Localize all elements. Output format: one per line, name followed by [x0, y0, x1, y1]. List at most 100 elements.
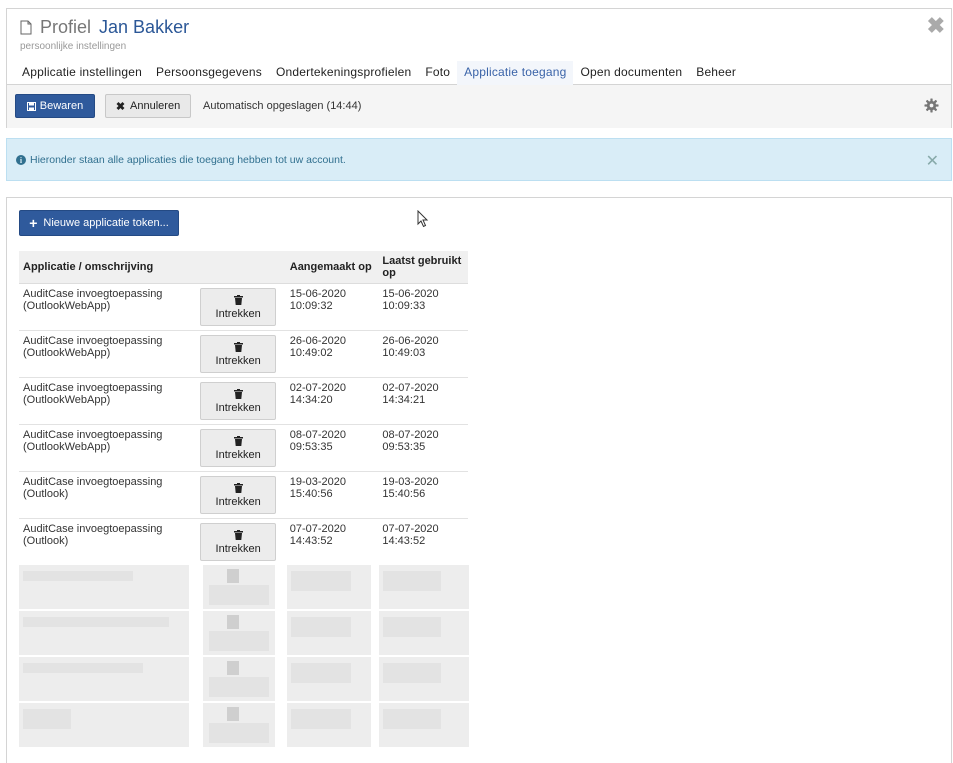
- used-date: 07-07-2020: [382, 523, 439, 535]
- created-date: 19-03-2020: [289, 476, 347, 488]
- page-subtitle: persoonlijke instellingen: [20, 41, 127, 52]
- used-date: 02-07-2020: [382, 382, 439, 394]
- app-type: (OutlookWebApp): [23, 394, 111, 406]
- app-name: AuditCase invoegtoepassing: [23, 382, 163, 394]
- revoke-cell: Intrekken: [196, 330, 286, 378]
- last-used-cell: 26-06-2020 10:49:03: [378, 330, 468, 378]
- app-type: (Outlook): [23, 535, 69, 547]
- used-time: 10:09:33: [382, 300, 426, 312]
- revoke-label: Intrekken: [215, 307, 261, 320]
- tab-open-documenten[interactable]: Open documenten: [573, 61, 689, 85]
- times-icon: ✖: [115, 100, 126, 113]
- plus-icon: +: [29, 215, 38, 231]
- revoke-button[interactable]: Intrekken: [200, 429, 277, 467]
- revoke-label: Intrekken: [215, 354, 261, 367]
- page-title: Profiel Jan Bakker: [20, 17, 189, 38]
- tokens-table: Applicatie / omschrijving Aangemaakt op …: [19, 251, 468, 565]
- close-alert-icon[interactable]: ✕: [926, 151, 939, 171]
- created-time: 14:34:20: [289, 394, 333, 406]
- app-cell: AuditCase invoegtoepassing (OutlookWebApp…: [19, 377, 197, 425]
- header-app: Applicatie / omschrijving: [19, 251, 286, 284]
- created-date: 07-07-2020: [289, 523, 347, 535]
- info-circle-icon: i: [16, 155, 26, 165]
- redacted-row: [19, 703, 469, 747]
- close-icon[interactable]: ✖: [927, 13, 945, 39]
- revoke-button[interactable]: Intrekken: [200, 335, 277, 373]
- gear-icon[interactable]: [924, 98, 939, 113]
- revoke-cell: Intrekken: [196, 283, 286, 331]
- created-cell: 08-07-2020 09:53:35: [285, 424, 379, 472]
- used-date: 19-03-2020: [382, 476, 439, 488]
- last-used-cell: 15-06-2020 10:09:33: [378, 283, 468, 331]
- created-date: 02-07-2020: [289, 382, 347, 394]
- app-type: (OutlookWebApp): [23, 300, 111, 312]
- trash-icon: [233, 435, 243, 446]
- trash-icon: [233, 341, 243, 352]
- tab-applicatie-toegang[interactable]: Applicatie toegang: [457, 61, 574, 87]
- created-time: 14:43:52: [289, 535, 333, 547]
- used-time: 15:40:56: [382, 488, 426, 500]
- created-cell: 19-03-2020 15:40:56: [285, 471, 379, 519]
- tab-beheer[interactable]: Beheer: [689, 61, 743, 85]
- app-cell: AuditCase invoegtoepassing (Outlook): [19, 471, 197, 519]
- toolbar: Bewaren ✖ Annuleren Automatisch opgeslag…: [7, 85, 951, 128]
- header-last-used: Laatst gebruikt op: [378, 251, 468, 284]
- revoke-button[interactable]: Intrekken: [200, 476, 277, 514]
- created-time: 10:49:02: [289, 347, 333, 359]
- revoke-label: Intrekken: [215, 542, 261, 555]
- table-row: AuditCase invoegtoepassing (OutlookWebApp…: [19, 424, 468, 472]
- tab-persoonsgegevens[interactable]: Persoonsgegevens: [149, 61, 269, 85]
- revoke-button[interactable]: Intrekken: [200, 523, 277, 561]
- app-name: AuditCase invoegtoepassing: [23, 288, 163, 300]
- app-type: (OutlookWebApp): [23, 347, 111, 359]
- save-button[interactable]: Bewaren: [15, 94, 95, 118]
- created-time: 09:53:35: [289, 441, 333, 453]
- info-text: Hieronder staan alle applicaties die toe…: [30, 154, 346, 166]
- redacted-row: [19, 657, 469, 701]
- last-used-cell: 07-07-2020 14:43:52: [378, 519, 468, 566]
- app-name: AuditCase invoegtoepassing: [23, 523, 163, 535]
- table-row: AuditCase invoegtoepassing (OutlookWebApp…: [19, 377, 468, 425]
- tokens-panel: + Nieuwe applicatie token... Applicatie …: [6, 197, 952, 763]
- app-name: AuditCase invoegtoepassing: [23, 476, 163, 488]
- created-date: 26-06-2020: [289, 335, 347, 347]
- tab-applicatie-instellingen[interactable]: Applicatie instellingen: [15, 61, 149, 85]
- used-date: 26-06-2020: [382, 335, 439, 347]
- info-message: i Hieronder staan alle applicaties die t…: [16, 154, 346, 166]
- header-created: Aangemaakt op: [285, 251, 379, 284]
- trash-icon: [233, 294, 243, 305]
- redacted-row: [19, 611, 469, 655]
- trash-icon: [233, 529, 243, 540]
- tab-foto[interactable]: Foto: [418, 61, 457, 85]
- table-header-row: Applicatie / omschrijving Aangemaakt op …: [19, 251, 468, 284]
- autosave-status: Automatisch opgeslagen (14:44): [203, 100, 362, 112]
- revoke-button[interactable]: Intrekken: [200, 382, 277, 420]
- used-time: 09:53:35: [382, 441, 426, 453]
- app-name: AuditCase invoegtoepassing: [23, 429, 163, 441]
- app-name: AuditCase invoegtoepassing: [23, 335, 163, 347]
- cancel-button[interactable]: ✖ Annuleren: [105, 94, 191, 118]
- table-row: AuditCase invoegtoepassing (OutlookWebApp…: [19, 330, 468, 378]
- trash-icon: [233, 388, 243, 399]
- app-type: (OutlookWebApp): [23, 441, 111, 453]
- floppy-icon: [26, 101, 36, 111]
- revoke-cell: Intrekken: [196, 471, 286, 519]
- table-row: AuditCase invoegtoepassing (Outlook) Intr…: [19, 471, 468, 519]
- used-time: 10:49:03: [382, 347, 426, 359]
- save-label: Bewaren: [39, 100, 84, 112]
- app-cell: AuditCase invoegtoepassing (Outlook): [19, 519, 196, 566]
- new-token-label: Nieuwe applicatie token...: [43, 217, 169, 229]
- cancel-label: Annuleren: [130, 100, 181, 112]
- table-row: AuditCase invoegtoepassing (Outlook) Intr…: [19, 519, 468, 566]
- revoke-label: Intrekken: [215, 495, 261, 508]
- app-type: (Outlook): [23, 488, 69, 500]
- redacted-row: [19, 565, 469, 609]
- created-time: 15:40:56: [289, 488, 333, 500]
- used-date: 15-06-2020: [382, 288, 439, 300]
- tab-ondertekeningsprofielen[interactable]: Ondertekeningsprofielen: [269, 61, 418, 85]
- new-token-button[interactable]: + Nieuwe applicatie token...: [19, 210, 179, 236]
- revoke-button[interactable]: Intrekken: [200, 288, 277, 326]
- used-time: 14:34:21: [382, 394, 426, 406]
- document-icon: [20, 20, 32, 35]
- created-cell: 07-07-2020 14:43:52: [286, 519, 379, 566]
